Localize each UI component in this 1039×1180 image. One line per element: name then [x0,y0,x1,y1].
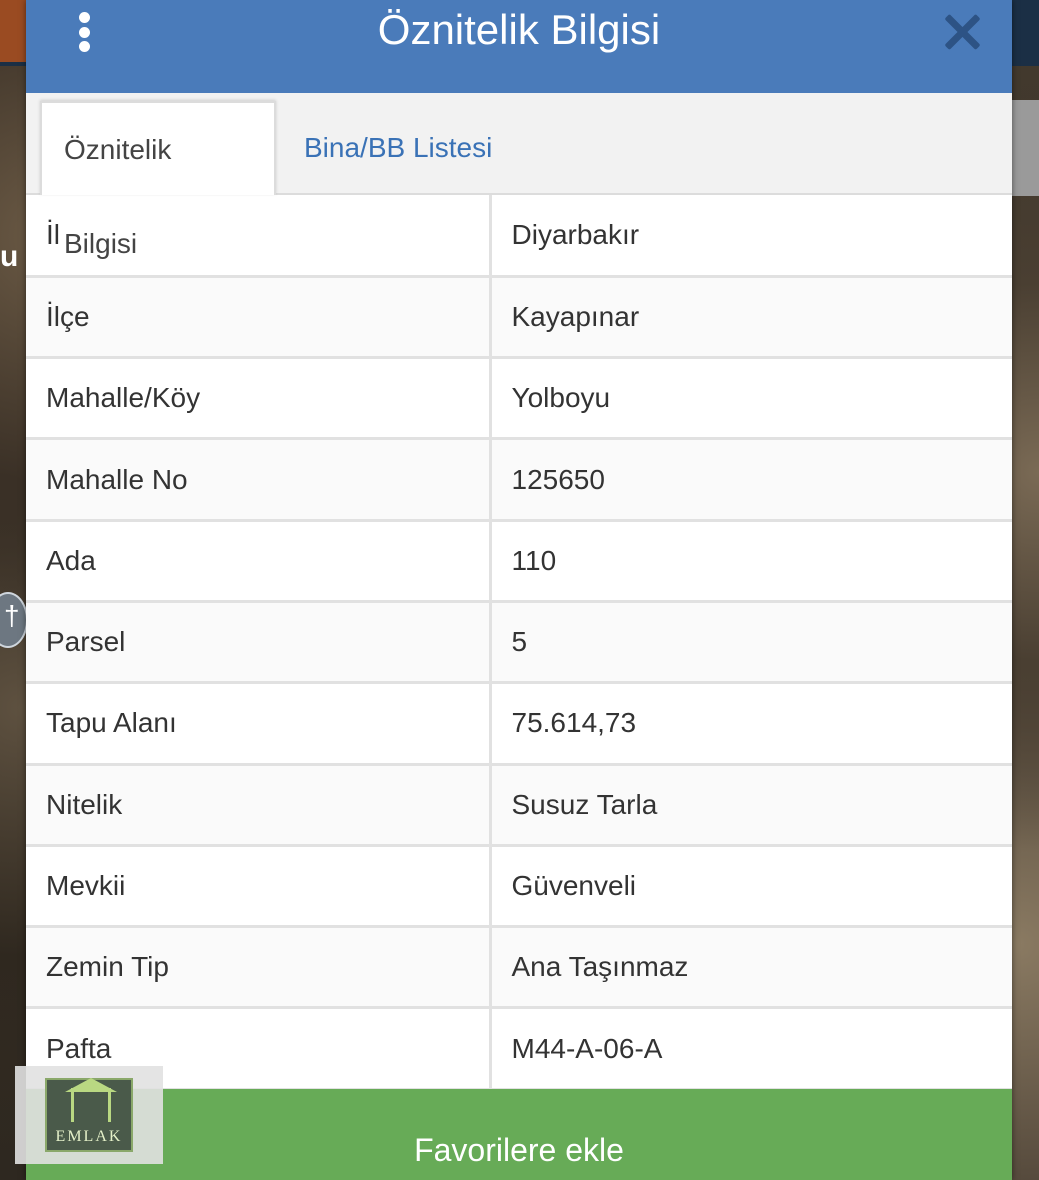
table-row: Pafta M44-A-06-A [26,1007,1012,1091]
attribute-key: Ada [26,520,492,603]
table-row: Ada 110 [26,520,1012,603]
attribute-key: Parsel [26,601,492,685]
table-row: Mahalle No 125650 [26,438,1012,522]
tab-bar: Öznitelik Bilgisi Bina/BB Listesi [26,93,1012,259]
table-row: Mahalle/Köy Yolboyu [26,357,1012,441]
close-icon[interactable] [944,14,980,50]
logo-text: EMLAK [55,1128,123,1145]
table-row: Parsel 5 [26,601,1012,685]
tab-building-list[interactable]: Bina/BB Listesi [282,101,514,195]
attribute-value: Ana Taşınmaz [490,926,1012,1010]
emlak-logo: EMLAK [45,1078,133,1152]
attribute-value: Kayapınar [490,276,1012,360]
attribute-key: Mevkii [26,845,492,929]
attribute-key: Zemin Tip [26,926,492,1010]
attribute-value: 75.614,73 [490,682,1012,766]
attribute-key: Nitelik [26,764,492,847]
map-label: u [0,240,19,273]
table-row: Zemin Tip Ana Taşınmaz [26,926,1012,1010]
dialog-header: Öznitelik Bilgisi [26,0,1012,93]
attribute-value: 110 [490,520,1012,603]
attribute-info-dialog: Öznitelik Bilgisi Öznitelik Bilgisi Bina… [26,0,1012,1180]
attribute-value: 125650 [490,438,1012,522]
attribute-value: Diyarbakır [490,195,1012,278]
attribute-table: İl Diyarbakır İlçe Kayapınar Mahalle/Köy Yolb… [26,195,1012,1091]
attribute-key: Mahalle No [26,438,492,522]
attribute-key: Tapu Alanı [26,682,492,766]
attribute-value: Susuz Tarla [490,764,1012,847]
attribute-value: Yolboyu [490,357,1012,441]
attribute-value: Güvenveli [490,845,1012,929]
table-row: İl Diyarbakır [26,195,1012,278]
add-to-favorites-button[interactable]: Favorilere ekle [26,1089,1012,1180]
scrollbar[interactable] [1012,100,1039,196]
dialog-title: Öznitelik Bilgisi [377,6,661,53]
attribute-value: M44-A-06-A [490,1007,1012,1091]
table-row: Nitelik Susuz Tarla [26,764,1012,847]
attribute-value: 5 [490,601,1012,685]
table-row: Mevkii Güvenveli [26,845,1012,929]
tab-attribute-info[interactable]: Öznitelik Bilgisi [40,101,276,259]
table-row: İlçe Kayapınar [26,276,1012,360]
watermark-logo: EMLAK [15,1066,163,1164]
table-row: Tapu Alanı 75.614,73 [26,682,1012,766]
map-top-left-tile [0,0,26,62]
attribute-key: Mahalle/Köy [26,357,492,441]
